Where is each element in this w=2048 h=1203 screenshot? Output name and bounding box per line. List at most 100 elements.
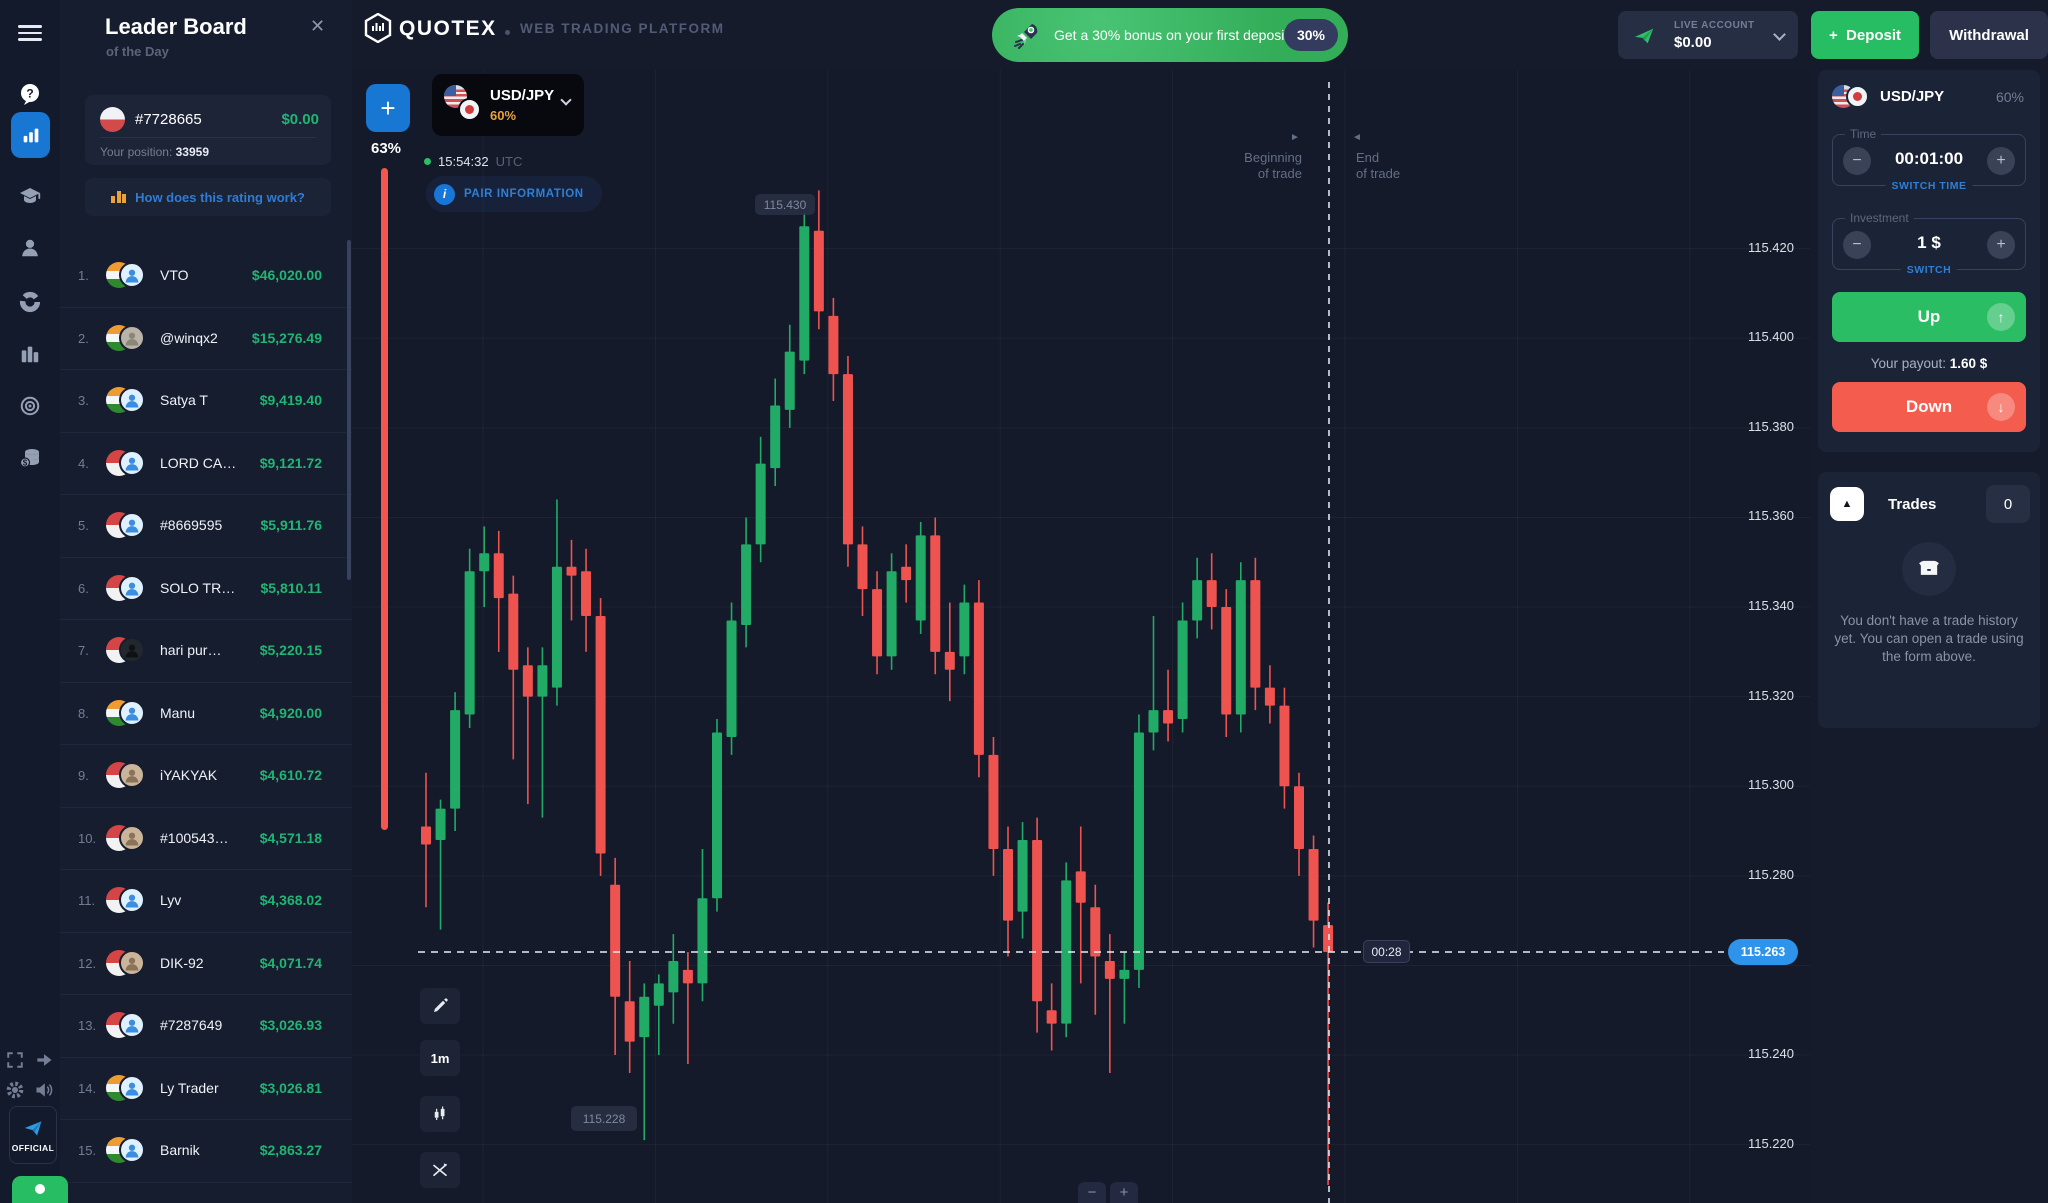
profit-amount: $5,220.15 xyxy=(260,642,322,658)
current-user-card: #7728665 $0.00 Your position: 33959 xyxy=(85,95,331,165)
down-button[interactable]: Down ↓ xyxy=(1832,382,2026,432)
leaderboard-panel: Leader Board of the Day ✕ #7728665 $0.00… xyxy=(60,0,352,1203)
leaderboard-row[interactable]: 3. Satya T $9,419.40 xyxy=(60,370,352,433)
rocket-icon xyxy=(1008,18,1042,52)
profit-amount: $9,419.40 xyxy=(260,392,322,408)
avatar-icon xyxy=(119,387,145,413)
logo-text: QUOTEX xyxy=(399,17,497,41)
arrow-up-icon: ↑ xyxy=(1987,303,2015,331)
scrollbar[interactable] xyxy=(347,240,351,580)
sentiment-percent: 63% xyxy=(360,140,412,157)
timeframe-button[interactable]: 1m xyxy=(420,1040,460,1076)
leaderboard-row[interactable]: 12. DIK-92 $4,071.74 xyxy=(60,933,352,996)
current-price-pill: 115.263 xyxy=(1728,939,1798,965)
leaderboard-row[interactable]: 4. LORD CA… $9,121.72 xyxy=(60,433,352,496)
leaderboard-row[interactable]: 5. #8669595 $5,911.76 xyxy=(60,495,352,558)
market-icon[interactable] xyxy=(0,334,60,374)
avatar xyxy=(106,512,146,539)
pair-name: USD/JPY xyxy=(490,87,554,104)
svg-text:$: $ xyxy=(23,459,28,468)
sound-icon[interactable] xyxy=(14,1070,74,1110)
avatar xyxy=(106,637,146,664)
leaderboard-row[interactable]: 7. hari pur… $5,220.15 xyxy=(60,620,352,683)
investment-field-label: Investment xyxy=(1845,211,1914,225)
trades-count-badge: 0 xyxy=(1986,485,2030,523)
time-field: Time − 00:01:00 + SWITCH TIME xyxy=(1832,134,2026,186)
separator-dot xyxy=(505,30,510,35)
avatar xyxy=(106,262,146,289)
profit-amount: $5,810.11 xyxy=(260,580,322,596)
avatar-icon xyxy=(119,575,145,601)
leaderboard-row[interactable]: 6. SOLO TR… $5,810.11 xyxy=(60,558,352,621)
support-chat-button[interactable] xyxy=(12,1176,68,1203)
leaderboard-row[interactable]: 2. @winqx2 $15,276.49 xyxy=(60,308,352,371)
profit-amount: $4,610.72 xyxy=(260,767,322,783)
avatar-icon xyxy=(119,1075,145,1101)
bonus-banner[interactable]: Get a 30% bonus on your first deposit 30… xyxy=(992,8,1348,62)
session-low-label: 115.228 xyxy=(571,1106,637,1131)
trader-name: Ly Trader xyxy=(160,1080,219,1096)
switch-link[interactable]: SWITCH xyxy=(1901,264,1957,276)
profit-amount: $15,276.49 xyxy=(252,330,322,346)
user-id: #7728665 xyxy=(135,111,202,128)
avatar xyxy=(106,825,146,852)
withdrawal-button[interactable]: Withdrawal xyxy=(1930,11,2048,59)
payout-line: Your payout: 1.60 $ xyxy=(1818,356,2040,371)
trader-name: Barnik xyxy=(160,1142,200,1158)
avatar-icon xyxy=(119,512,145,538)
draw-tool-button[interactable] xyxy=(420,988,460,1024)
trader-name: @winqx2 xyxy=(160,330,218,346)
leaderboard-row[interactable]: 9. iYAKYAK $4,610.72 xyxy=(60,745,352,808)
profit-amount: $4,920.00 xyxy=(260,705,322,721)
education-icon[interactable] xyxy=(0,176,60,216)
leaderboard-row[interactable]: 15. Barnik $2,863.27 xyxy=(60,1120,352,1183)
avatar-icon xyxy=(119,1012,145,1038)
trader-name: #8669595 xyxy=(160,517,222,533)
bonuses-icon[interactable]: $ xyxy=(0,438,60,478)
trades-collapse-button[interactable]: ▲ xyxy=(1830,487,1864,521)
add-asset-button[interactable]: + xyxy=(366,84,410,132)
indicators-button[interactable] xyxy=(420,1152,460,1188)
leaderboard-row[interactable]: 13. #7287649 $3,026.93 xyxy=(60,995,352,1058)
leaderboard-row[interactable]: 11. Lyv $4,368.02 xyxy=(60,870,352,933)
bar-chart-icon xyxy=(20,124,42,146)
close-icon[interactable]: ✕ xyxy=(310,16,325,37)
official-telegram-badge[interactable]: OFFICIAL xyxy=(9,1106,57,1164)
quotex-logo-icon xyxy=(364,13,392,43)
time-increase-button[interactable]: + xyxy=(1987,147,2015,175)
zoom-out-button[interactable]: − xyxy=(1078,1182,1106,1203)
up-button[interactable]: Up ↑ xyxy=(1832,292,2026,342)
avatar-icon xyxy=(119,262,145,288)
candlestick-chart[interactable] xyxy=(352,70,1810,1203)
account-selector[interactable]: LIVE ACCOUNT $0.00 xyxy=(1618,11,1798,59)
leaderboard-row[interactable]: 1. VTO $46,020.00 xyxy=(60,245,352,308)
leaderboard-row[interactable]: 8. Manu $4,920.00 xyxy=(60,683,352,746)
pencil-icon xyxy=(431,997,449,1015)
switch-time-link[interactable]: SWITCH TIME xyxy=(1886,180,1973,192)
profit-amount: $4,571.18 xyxy=(260,830,322,846)
svg-text:?: ? xyxy=(26,87,33,101)
help-icon[interactable]: ? xyxy=(0,74,60,114)
pair-selector[interactable]: USD/JPY 60% xyxy=(432,74,584,136)
sidebar-item-leaderboard[interactable] xyxy=(11,112,50,158)
leaderboard-row[interactable]: 14. Ly Trader $3,026.81 xyxy=(60,1058,352,1121)
deposit-button[interactable]: + Deposit xyxy=(1811,11,1919,59)
rank-label: 13. xyxy=(78,1018,96,1033)
zoom-in-button[interactable]: + xyxy=(1110,1182,1138,1203)
avatar-icon xyxy=(119,637,145,663)
menu-icon[interactable] xyxy=(18,25,42,40)
pair-information-button[interactable]: i PAIR INFORMATION xyxy=(426,176,602,212)
signals-icon[interactable] xyxy=(0,386,60,426)
chart-type-button[interactable] xyxy=(420,1096,460,1132)
leaderboard-row[interactable]: 10. #100543… $4,571.18 xyxy=(60,808,352,871)
account-icon[interactable] xyxy=(0,228,60,268)
rating-info-link[interactable]: How does this rating work? xyxy=(85,178,331,216)
price-axis-label: 115.360 xyxy=(1724,508,1794,523)
price-axis-label: 115.340 xyxy=(1724,598,1794,613)
chevron-down-icon xyxy=(560,94,571,105)
platform-tagline: WEB TRADING PLATFORM xyxy=(520,21,724,36)
rank-label: 5. xyxy=(78,518,89,533)
investment-increase-button[interactable]: + xyxy=(1987,231,2015,259)
begin-marker-icon: ► xyxy=(1290,132,1300,143)
analytics-icon[interactable] xyxy=(0,282,60,322)
